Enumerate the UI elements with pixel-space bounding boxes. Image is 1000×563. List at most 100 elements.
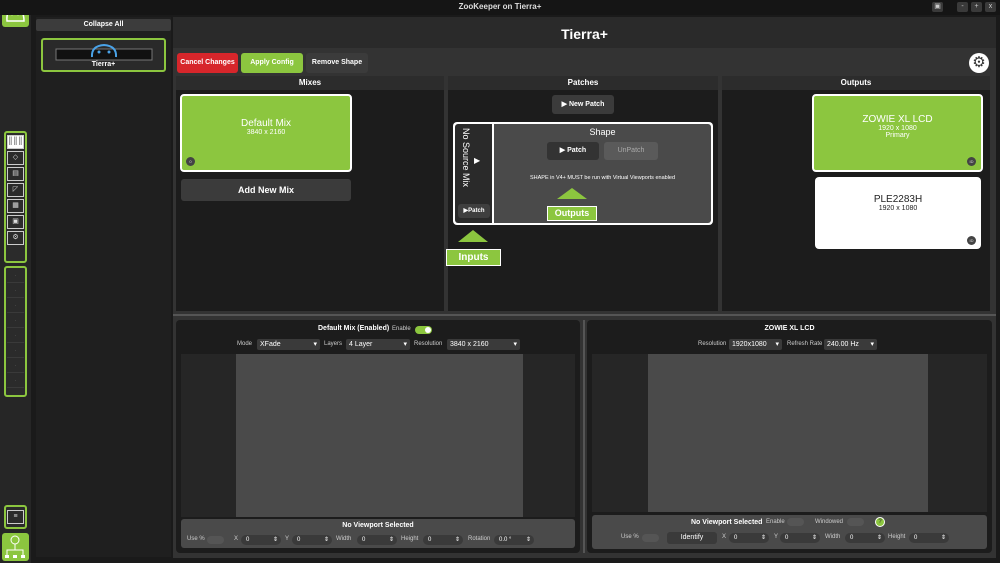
slot-icon[interactable]: · bbox=[7, 360, 24, 373]
clipboard-button[interactable]: ≡ bbox=[4, 505, 27, 529]
new-patch-button[interactable]: ▶ New Patch bbox=[552, 95, 614, 114]
screen-button[interactable]: ▣ bbox=[932, 2, 943, 12]
add-new-mix-button[interactable]: Add New Mix bbox=[181, 179, 351, 201]
outputs-hint-label: Outputs bbox=[547, 206, 597, 221]
gear-icon[interactable]: ⚙ bbox=[969, 53, 989, 73]
view-icon-group: ║║║ ◇ ▤ ◸ ▦ ▣ ⚙ bbox=[4, 131, 27, 263]
rotation-label: Rotation bbox=[468, 536, 491, 542]
x-label: X bbox=[234, 536, 239, 542]
layers-select[interactable]: 4 Layer bbox=[346, 339, 410, 350]
height-label: Height bbox=[888, 534, 906, 540]
new-patch-label: New Patch bbox=[568, 101, 605, 108]
output-id-tag: ID bbox=[967, 236, 976, 245]
width-label: Width bbox=[336, 536, 352, 542]
play-icon: ▶ bbox=[561, 101, 569, 108]
minimize-button[interactable]: - bbox=[957, 2, 968, 12]
x-field[interactable]: 0 bbox=[729, 533, 769, 543]
source-mix-slot[interactable]: No Source Mix ▶ ▶Patch bbox=[455, 124, 492, 223]
enable-label: Enable bbox=[392, 326, 411, 332]
settings-view-icon[interactable]: ⚙ bbox=[7, 231, 24, 245]
width-field[interactable]: 0 bbox=[845, 533, 885, 543]
remove-shape-button[interactable]: Remove Shape bbox=[306, 53, 368, 73]
mix-resolution: 3840 x 2160 bbox=[246, 129, 286, 136]
output-canvas[interactable] bbox=[648, 354, 928, 512]
mix-enable-toggle[interactable] bbox=[415, 326, 432, 334]
no-viewport-label: No Viewport Selected bbox=[691, 519, 763, 526]
shape-note: SHAPE in V4+ MUST be run with Virtual Vi… bbox=[529, 175, 676, 181]
output-resolution-select[interactable]: 1920x1080 bbox=[729, 339, 782, 350]
clipboard-icon: ≡ bbox=[7, 510, 24, 524]
y-field[interactable]: 0 bbox=[780, 533, 820, 543]
enable-label: Enable bbox=[766, 519, 785, 525]
patch-button[interactable]: ▶ Patch bbox=[547, 142, 599, 160]
slot-icon[interactable]: · bbox=[7, 285, 24, 298]
windowed-toggle[interactable] bbox=[847, 518, 864, 526]
slot-icon[interactable]: · bbox=[7, 300, 24, 313]
outputs-column: Outputs ZOWIE XL LCD 1920 x 1080 Primary… bbox=[722, 76, 990, 311]
patches-column: Patches ▶ New Patch No Source Mix ▶ ▶Pat… bbox=[446, 76, 718, 311]
slot-icon[interactable]: · bbox=[7, 375, 24, 388]
mix-preview-area[interactable] bbox=[181, 354, 575, 517]
slot-icon[interactable]: · bbox=[7, 330, 24, 343]
source-patch-button[interactable]: ▶Patch bbox=[458, 204, 490, 218]
shape-panel: Shape ▶ Patch UnPatch SHAPE in V4+ MUST … bbox=[494, 124, 711, 223]
slot-icon[interactable]: · bbox=[7, 270, 24, 283]
media-view-icon[interactable]: ▣ bbox=[7, 215, 24, 229]
output-name: PLE2283H bbox=[873, 194, 923, 205]
use-pct-toggle[interactable] bbox=[642, 534, 659, 542]
up-arrow-icon bbox=[458, 230, 488, 242]
x-field[interactable]: 0 bbox=[241, 535, 281, 545]
page-header: Tierra+ bbox=[173, 17, 996, 49]
output-resolution: 1920 x 1080 bbox=[878, 125, 917, 132]
output-card-ple2283h[interactable]: PLE2283H 1920 x 1080 ID bbox=[815, 177, 981, 249]
width-label: Width bbox=[825, 534, 841, 540]
device-card[interactable]: Tierra+ bbox=[41, 38, 166, 72]
cancel-changes-button[interactable]: Cancel Changes bbox=[177, 53, 238, 73]
shape-view-icon[interactable]: ◇ bbox=[7, 151, 24, 165]
network-icon bbox=[5, 535, 25, 558]
resolution-select[interactable]: 3840 x 2160 bbox=[447, 339, 520, 350]
grid-view-icon[interactable]: ▦ bbox=[7, 199, 24, 213]
help-icon[interactable]: ? bbox=[875, 517, 885, 527]
slot-icon[interactable]: · bbox=[7, 345, 24, 358]
mix-canvas[interactable] bbox=[236, 354, 523, 517]
y-label: Y bbox=[774, 534, 779, 540]
refresh-rate-select[interactable]: 240.00 Hz bbox=[824, 339, 877, 350]
viewport-props-bar: No Viewport Selected Use % X 0 Y 0 Width… bbox=[181, 519, 575, 548]
maximize-button[interactable]: + bbox=[971, 2, 982, 12]
network-button[interactable] bbox=[2, 533, 29, 561]
default-mix-card[interactable]: Default Mix 3840 x 2160 0 bbox=[180, 94, 352, 172]
viewport-enable-toggle[interactable] bbox=[787, 518, 804, 526]
collapse-all-button[interactable]: Collapse All bbox=[36, 19, 171, 31]
output-name: ZOWIE XL LCD bbox=[862, 114, 933, 125]
width-field[interactable]: 0 bbox=[357, 535, 397, 545]
warp-view-icon[interactable]: ◸ bbox=[7, 183, 24, 197]
height-field[interactable]: 0 bbox=[909, 533, 949, 543]
output-viewport-props-bar: No Viewport Selected Enable Windowed ? U… bbox=[592, 515, 987, 549]
use-pct-toggle[interactable] bbox=[207, 536, 224, 544]
source-mix-label: No Source Mix bbox=[461, 128, 471, 188]
close-button[interactable]: x bbox=[985, 2, 996, 12]
device-name: Tierra+ bbox=[91, 61, 116, 68]
y-field[interactable]: 0 bbox=[292, 535, 332, 545]
outputs-view-icon[interactable]: ║║║ bbox=[7, 135, 24, 149]
resolution-label: Resolution bbox=[414, 341, 443, 347]
mixes-column: Mixes Default Mix 3840 x 2160 0 Add New … bbox=[176, 76, 444, 311]
output-resolution: 1920 x 1080 bbox=[878, 205, 918, 212]
device-panel bbox=[36, 17, 171, 557]
outputs-heading: Outputs bbox=[722, 76, 990, 90]
output-card-zowie[interactable]: ZOWIE XL LCD 1920 x 1080 Primary ID bbox=[812, 94, 983, 172]
output-preview-area[interactable] bbox=[592, 354, 987, 512]
unpatch-button[interactable]: UnPatch bbox=[604, 142, 658, 160]
mode-label: Mode bbox=[237, 341, 253, 347]
rotation-field[interactable]: 0.0 ° bbox=[494, 535, 534, 545]
mode-select[interactable]: XFade bbox=[257, 339, 320, 350]
divider bbox=[173, 314, 996, 316]
height-field[interactable]: 0 bbox=[423, 535, 463, 545]
slot-icon[interactable]: · bbox=[7, 315, 24, 328]
title-bar: ZooKeeper on Tierra+ ▣ - + x bbox=[0, 0, 1000, 15]
identify-button[interactable]: Identify bbox=[667, 532, 717, 544]
refresh-rate-label: Refresh Rate bbox=[787, 341, 823, 347]
layers-view-icon[interactable]: ▤ bbox=[7, 167, 24, 181]
apply-config-button[interactable]: Apply Config bbox=[241, 53, 303, 73]
